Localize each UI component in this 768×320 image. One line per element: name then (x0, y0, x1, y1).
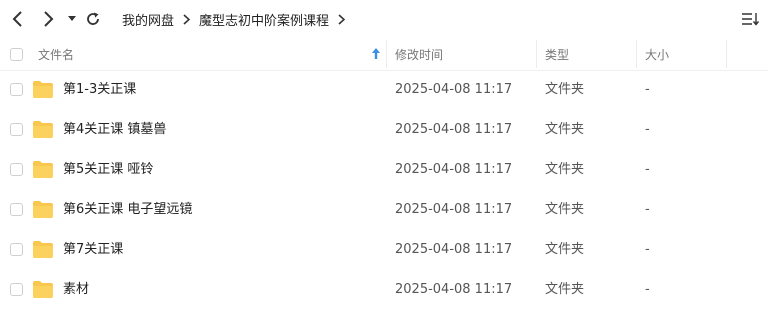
file-size: - (645, 162, 650, 177)
forward-button[interactable] (36, 6, 60, 32)
breadcrumb-item-my-drive[interactable]: 我的网盘 (122, 10, 174, 29)
chevron-left-icon (12, 11, 22, 27)
column-header-type[interactable]: 类型 (545, 38, 630, 70)
chevron-right-icon[interactable] (338, 13, 346, 25)
file-type: 文件夹 (545, 202, 585, 217)
breadcrumb: 我的网盘 魔型志初中阶案例课程 (122, 0, 354, 38)
file-modified: 2025-04-08 11:17 (395, 82, 513, 97)
file-type: 文件夹 (545, 122, 585, 137)
column-divider[interactable] (636, 40, 637, 68)
toolbar: 我的网盘 魔型志初中阶案例课程 (0, 0, 768, 38)
file-row[interactable]: 第7关正课 2025-04-08 11:17 文件夹 - (0, 230, 768, 270)
history-dropdown-button[interactable] (64, 6, 80, 32)
file-name[interactable]: 素材 (63, 270, 89, 310)
refresh-button[interactable] (82, 6, 104, 32)
file-name[interactable]: 第4关正课 镇墓兽 (63, 110, 166, 150)
sort-menu-button[interactable] (740, 9, 760, 29)
back-button[interactable] (6, 6, 30, 32)
file-row[interactable]: 素材 2025-04-08 11:17 文件夹 - (0, 270, 768, 310)
file-type: 文件夹 (545, 282, 585, 297)
file-name[interactable]: 第5关正课 哑铃 (63, 150, 153, 190)
column-divider[interactable] (536, 40, 537, 68)
row-checkbox[interactable] (10, 123, 23, 136)
file-row[interactable]: 第1-3关正课 2025-04-08 11:17 文件夹 - (0, 70, 768, 110)
sort-up-arrow-icon (372, 48, 380, 59)
breadcrumb-item-course-folder[interactable]: 魔型志初中阶案例课程 (199, 10, 329, 29)
file-row[interactable]: 第6关正课 电子望远镜 2025-04-08 11:17 文件夹 - (0, 190, 768, 230)
file-name[interactable]: 第6关正课 电子望远镜 (63, 190, 192, 230)
caret-down-icon (68, 16, 76, 21)
folder-icon (33, 81, 53, 98)
file-size: - (645, 122, 650, 137)
folder-icon (33, 241, 53, 258)
column-header-modified[interactable]: 修改时间 (395, 38, 530, 70)
chevron-right-icon (44, 11, 54, 27)
file-type: 文件夹 (545, 162, 585, 177)
file-list: 第1-3关正课 2025-04-08 11:17 文件夹 - 第4关正课 镇墓兽… (0, 70, 768, 310)
file-size: - (645, 82, 650, 97)
file-list-header: 文件名 修改时间 类型 大小 (0, 38, 768, 71)
file-row[interactable]: 第4关正课 镇墓兽 2025-04-08 11:17 文件夹 - (0, 110, 768, 150)
file-name[interactable]: 第7关正课 (63, 230, 123, 270)
folder-icon (33, 281, 53, 298)
chevron-right-icon (183, 13, 191, 25)
file-modified: 2025-04-08 11:17 (395, 282, 513, 297)
row-checkbox[interactable] (10, 163, 23, 176)
row-checkbox[interactable] (10, 203, 23, 216)
row-checkbox[interactable] (10, 243, 23, 256)
folder-icon (33, 201, 53, 218)
column-divider[interactable] (386, 40, 387, 68)
file-modified: 2025-04-08 11:17 (395, 242, 513, 257)
file-size: - (645, 282, 650, 297)
column-header-name[interactable]: 文件名 (38, 38, 383, 70)
column-header-size[interactable]: 大小 (645, 38, 725, 70)
sort-menu-icon (742, 13, 759, 26)
file-row[interactable]: 第5关正课 哑铃 2025-04-08 11:17 文件夹 - (0, 150, 768, 190)
file-type: 文件夹 (545, 242, 585, 257)
file-modified: 2025-04-08 11:17 (395, 122, 513, 137)
refresh-icon (87, 12, 99, 25)
select-all-checkbox[interactable] (10, 48, 23, 61)
folder-icon (33, 161, 53, 178)
file-type: 文件夹 (545, 82, 585, 97)
file-name[interactable]: 第1-3关正课 (63, 70, 136, 110)
row-checkbox[interactable] (10, 283, 23, 296)
file-size: - (645, 202, 650, 217)
file-modified: 2025-04-08 11:17 (395, 162, 513, 177)
column-divider[interactable] (726, 40, 727, 68)
folder-icon (33, 121, 53, 138)
file-modified: 2025-04-08 11:17 (395, 202, 513, 217)
row-checkbox[interactable] (10, 83, 23, 96)
file-size: - (645, 242, 650, 257)
